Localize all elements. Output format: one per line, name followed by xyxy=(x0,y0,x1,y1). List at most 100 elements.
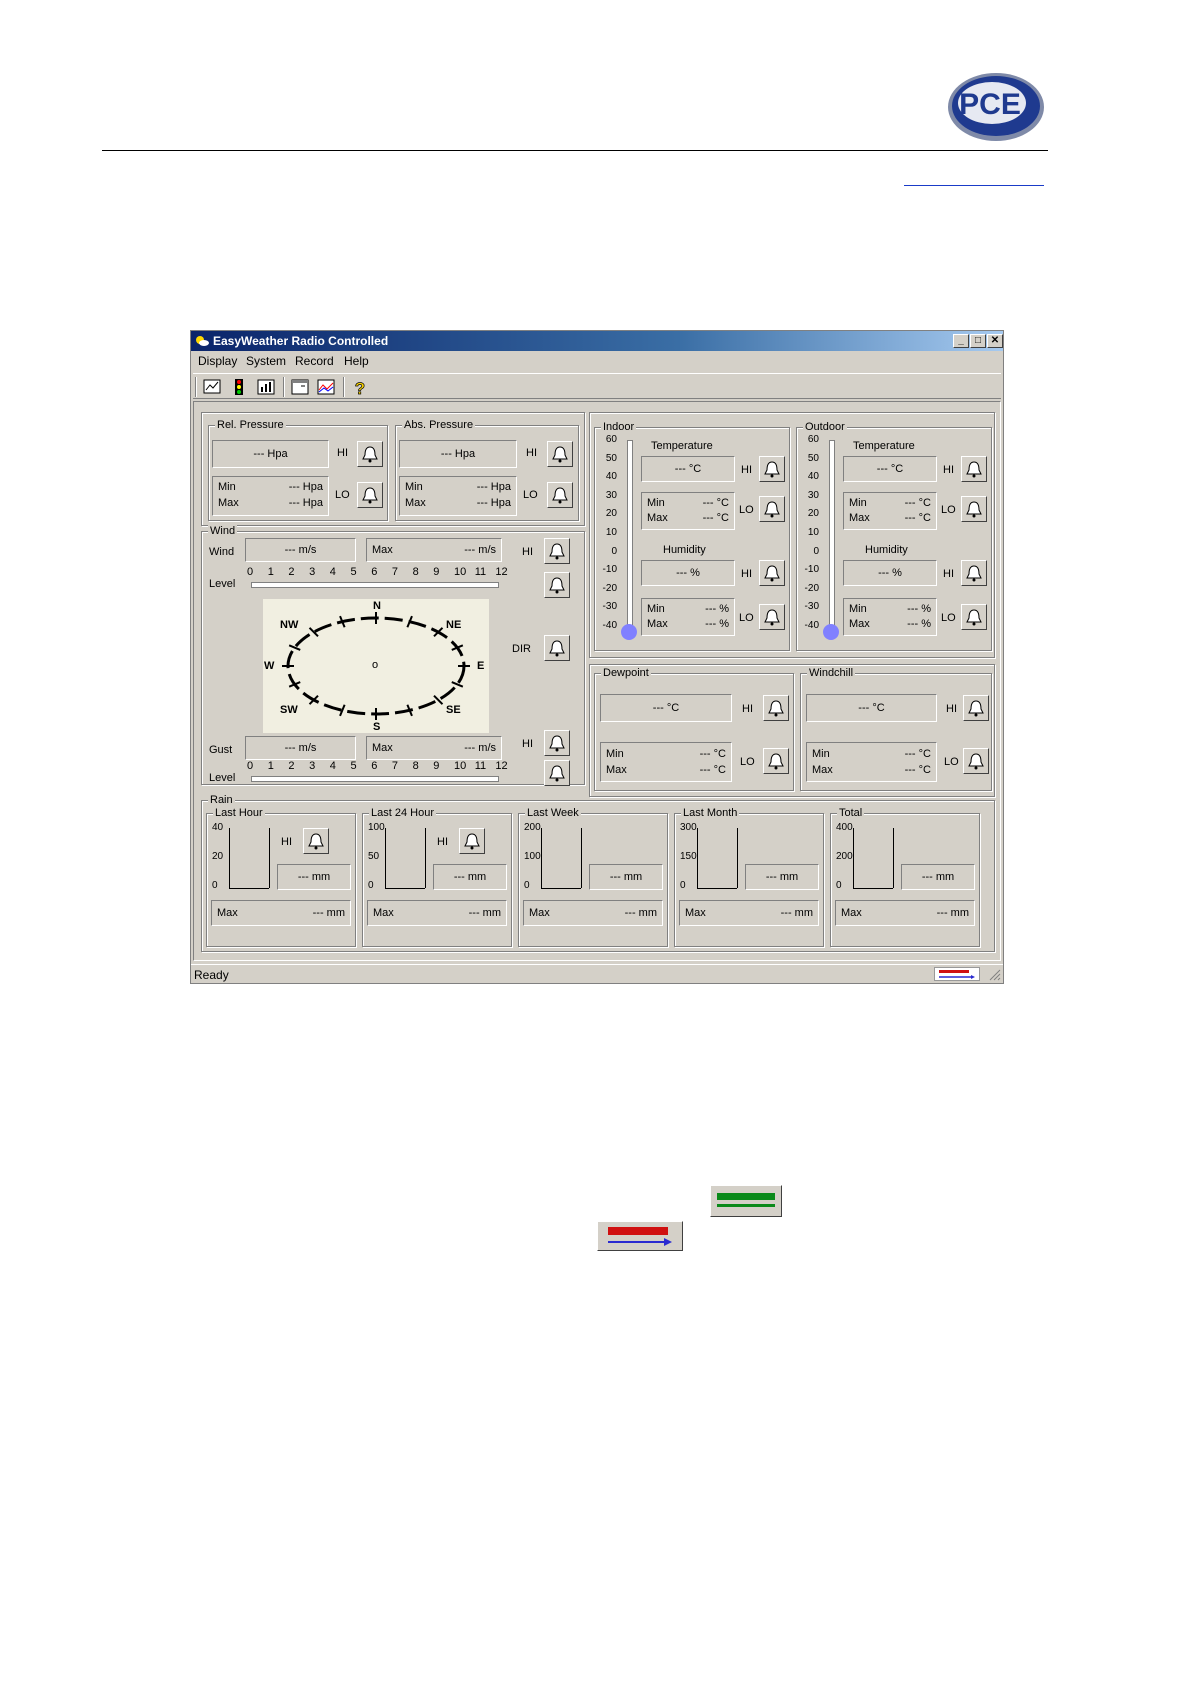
dewpoint-lo-alarm[interactable] xyxy=(763,748,789,774)
indoor-hum-hi-alarm[interactable] xyxy=(759,560,785,586)
wind-level-scale: 0 1 2 3 4 5 6 7 8 9 10 11 12 xyxy=(247,566,508,592)
wind-label: Wind xyxy=(209,546,235,558)
record-icon[interactable] xyxy=(255,377,277,397)
outdoor-temp-lo-alarm[interactable] xyxy=(961,496,987,522)
outdoor-thermometer-tube xyxy=(829,440,835,628)
compass-se: SE xyxy=(446,704,461,716)
calendar-icon[interactable] xyxy=(289,377,311,397)
menu-bar: Display System Record Help xyxy=(191,351,1003,371)
dewpoint-group: Dewpoint --- °C HI Min --- °C Max --- °C L… xyxy=(594,667,794,791)
level-tick-label: 8 xyxy=(412,566,419,578)
rain-axis xyxy=(541,828,542,888)
indoor-thermometer-bulb xyxy=(621,624,637,640)
windchill-lo-alarm[interactable] xyxy=(963,748,989,774)
traffic-light-icon[interactable] xyxy=(228,377,250,397)
level-tick-label: 2 xyxy=(288,566,295,578)
rain-axis xyxy=(385,828,386,888)
outdoor-hum-lo-alarm[interactable] xyxy=(961,604,987,630)
level-tick-label: 1 xyxy=(267,566,274,578)
rel-pressure-lo-alarm[interactable] xyxy=(357,482,383,508)
help-icon[interactable]: ? xyxy=(349,377,371,397)
gust-hi-alarm[interactable] xyxy=(544,730,570,756)
rain-axis xyxy=(697,828,698,888)
menu-display[interactable]: Display xyxy=(198,354,237,368)
alarm-bell-icon xyxy=(552,487,568,504)
rel-pressure-title: Rel. Pressure xyxy=(215,419,286,431)
level-tick-label: 3 xyxy=(309,760,316,772)
title-bar[interactable]: EasyWeather Radio Controlled _ □ ✕ xyxy=(191,331,1003,351)
rain-scale-tick: 100 xyxy=(524,851,541,862)
abs-pressure-minmax: Min --- Hpa Max --- Hpa xyxy=(399,476,517,516)
outdoor-temp-hi-alarm[interactable] xyxy=(961,456,987,482)
level-tick-label: 11 xyxy=(474,566,487,578)
rain-value: --- mm xyxy=(901,864,975,890)
menu-record[interactable]: Record xyxy=(295,354,334,368)
dewpoint-lo-label: LO xyxy=(740,756,755,768)
menu-help[interactable]: Help xyxy=(344,354,369,368)
abs-pressure-lo-alarm[interactable] xyxy=(547,482,573,508)
graph-icon[interactable] xyxy=(315,377,337,397)
header-link-underline[interactable] xyxy=(904,185,1044,186)
rain-hi-alarm[interactable] xyxy=(459,828,485,854)
alarm-bell-icon xyxy=(308,833,324,850)
windchill-hi-alarm[interactable] xyxy=(963,695,989,721)
alarm-bell-icon xyxy=(549,577,565,594)
wind-hi-label: HI xyxy=(522,546,533,558)
outdoor-hum-hi-label: HI xyxy=(943,568,954,580)
outdoor-scale-tick: -40 xyxy=(804,620,819,631)
indoor-scale-tick: -10 xyxy=(602,564,617,576)
indoor-temp-hi-alarm[interactable] xyxy=(759,456,785,482)
set-connect-button-icon xyxy=(939,970,975,979)
indoor-hum-lo-label: LO xyxy=(739,612,754,624)
resize-grip-icon[interactable] xyxy=(989,969,1001,981)
rain-max: Max --- mm xyxy=(523,900,663,926)
wind-dir-alarm[interactable] xyxy=(544,635,570,661)
abs-pressure-lo-label: LO xyxy=(523,489,538,501)
display-icon[interactable] xyxy=(201,377,223,397)
indoor-temp-lo-alarm[interactable] xyxy=(759,496,785,522)
compass-tick xyxy=(288,644,301,651)
gust-hi-label: HI xyxy=(522,738,533,750)
indoor-hum-lo-alarm[interactable] xyxy=(759,604,785,630)
set-connect-large-button[interactable] xyxy=(597,1221,683,1251)
rain-panel-title: Last Month xyxy=(681,807,740,819)
alarm-bell-icon xyxy=(552,446,568,463)
set-connect-button[interactable] xyxy=(934,967,980,981)
rain-bar-frame xyxy=(581,828,582,888)
indoor-hum-label: Humidity xyxy=(663,544,706,556)
wind-max-value: Max --- m/s xyxy=(366,538,502,562)
rel-pressure-value: --- Hpa xyxy=(212,440,329,468)
rain-hi-alarm[interactable] xyxy=(303,828,329,854)
rain-scale-tick: 200 xyxy=(836,851,853,862)
menu-system[interactable]: System xyxy=(246,354,286,368)
maximize-button[interactable]: □ xyxy=(970,334,986,348)
outdoor-hum-hi-alarm[interactable] xyxy=(961,560,987,586)
dewpoint-hi-alarm[interactable] xyxy=(763,695,789,721)
rain-scale-tick: 100 xyxy=(368,822,385,833)
rain-axis-base xyxy=(385,888,425,889)
indoor-scale-tick: -20 xyxy=(602,582,617,594)
rain-hi-label: HI xyxy=(281,836,292,848)
rel-pressure-hi-alarm[interactable] xyxy=(357,441,383,467)
wind-level-alarm[interactable] xyxy=(544,572,570,598)
level-tick-label: 5 xyxy=(350,566,357,578)
rain-hi-label: HI xyxy=(437,836,448,848)
indoor-temp-lo-label: LO xyxy=(739,504,754,516)
abs-pressure-hi-alarm[interactable] xyxy=(547,441,573,467)
minimize-button[interactable]: _ xyxy=(953,334,969,348)
dewpoint-windchill-group: Dewpoint --- °C HI Min --- °C Max --- °C L… xyxy=(589,664,995,797)
alarm-bell-icon xyxy=(362,487,378,504)
abs-pressure-hi-label: HI xyxy=(526,447,537,459)
indoor-scale-tick: 40 xyxy=(605,471,617,483)
connected-button[interactable] xyxy=(710,1185,782,1217)
connected-button-icon xyxy=(717,1193,775,1207)
level-tick-label: 7 xyxy=(391,760,399,772)
compass-w: W xyxy=(264,660,275,672)
wind-hi-alarm[interactable] xyxy=(544,538,570,564)
windchill-hi-label: HI xyxy=(946,703,957,715)
close-button[interactable]: ✕ xyxy=(987,334,1003,348)
dewpoint-minmax: Min --- °C Max --- °C xyxy=(600,742,732,782)
gust-level-alarm[interactable] xyxy=(544,760,570,786)
rain-value: --- mm xyxy=(277,864,351,890)
windchill-minmax: Min --- °C Max --- °C xyxy=(806,742,937,782)
